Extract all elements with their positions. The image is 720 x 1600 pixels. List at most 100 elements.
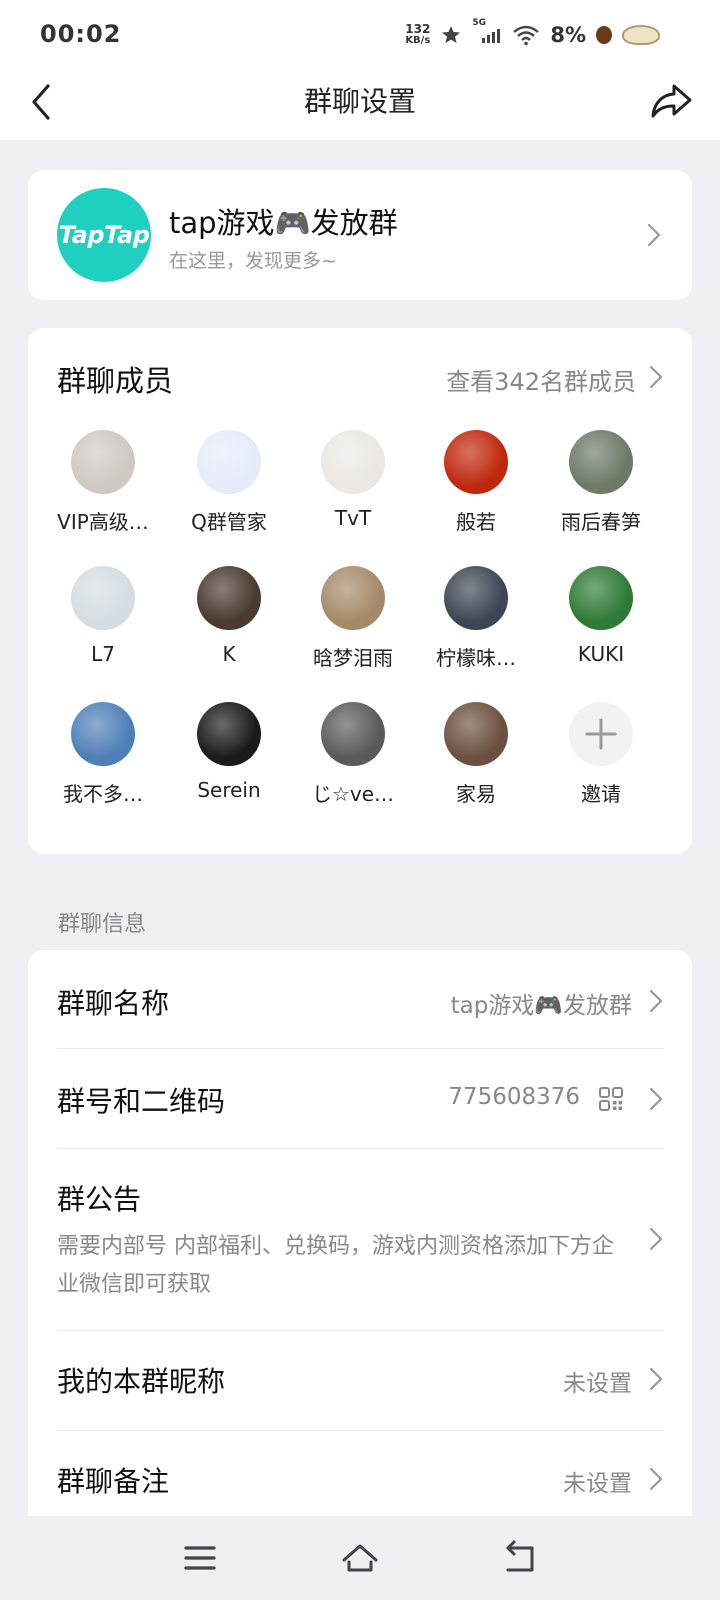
member-name: KUKI: [577, 642, 625, 666]
cellular-signal-icon: 5G: [472, 18, 502, 46]
nickname-value: 未设置: [563, 1371, 632, 1397]
status-bar: 00:02 132 KB/s 5G 8%: [0, 0, 720, 66]
group-info-card: 群聊名称 tap游戏🎮发放群 群号和二维码 775608376 群公告 需要内部…: [28, 950, 692, 1600]
member-name: VIP高级…: [57, 510, 149, 534]
group-subtitle: 在这里，发现更多~: [169, 250, 337, 272]
group-number-value: 775608376: [448, 1084, 580, 1110]
member-item[interactable]: 家易: [413, 702, 539, 818]
chevron-right-icon: [649, 1227, 663, 1251]
divider: [57, 1148, 664, 1149]
page-title: 群聊设置: [303, 85, 416, 118]
member-avatar: [569, 430, 633, 494]
row-label: 群公告: [57, 1183, 142, 1216]
member-avatar: [197, 430, 261, 494]
member-item[interactable]: 我不多…: [40, 702, 166, 818]
member-item[interactable]: TvT: [290, 430, 416, 546]
row-group-name[interactable]: 群聊名称 tap游戏🎮发放群: [57, 982, 664, 1022]
member-item[interactable]: 晗梦泪雨: [290, 566, 416, 682]
row-group-remark[interactable]: 群聊备注 未设置: [57, 1460, 664, 1500]
member-item[interactable]: VIP高级…: [40, 430, 166, 546]
bean-icon: [596, 26, 612, 44]
net-speed-unit: KB/s: [405, 35, 431, 46]
member-name: 柠檬味…: [436, 646, 516, 670]
taptap-logo-text: TapTap: [58, 221, 150, 249]
member-item[interactable]: Q群管家: [166, 430, 292, 546]
member-item[interactable]: Serein: [166, 702, 292, 818]
member-item[interactable]: 柠檬味…: [413, 566, 539, 682]
member-avatar: [197, 566, 261, 630]
group-name-value: tap游戏🎮发放群: [450, 993, 632, 1019]
chevron-right-icon: [649, 1087, 663, 1111]
chevron-right-icon[interactable]: [648, 364, 664, 390]
member-name: 晗梦泪雨: [313, 646, 393, 670]
group-avatar: TapTap: [57, 188, 151, 282]
remark-value: 未设置: [563, 1471, 632, 1497]
member-avatar: [71, 702, 135, 766]
net-speed-value: 132: [405, 22, 431, 36]
divider: [57, 1048, 664, 1049]
member-name: 邀请: [581, 782, 621, 806]
notice-text: 需要内部号 内部福利、兑换码，游戏内测资格添加下方企业微信即可获取: [57, 1234, 614, 1297]
member-item[interactable]: じ☆ve…: [290, 702, 416, 818]
member-avatar: [321, 430, 385, 494]
row-label: 我的本群昵称: [57, 1365, 226, 1398]
member-item[interactable]: K: [166, 566, 292, 682]
star-badge-icon: [442, 26, 461, 43]
row-group-number[interactable]: 群号和二维码 775608376: [57, 1080, 664, 1120]
status-time: 00:02: [40, 20, 122, 48]
member-avatar: [444, 702, 508, 766]
plus-icon: [569, 702, 633, 766]
home-icon[interactable]: [338, 1538, 382, 1578]
member-avatar: [71, 566, 135, 630]
chevron-right-icon: [649, 1367, 663, 1391]
nav-bar: 群聊设置: [0, 66, 720, 140]
member-name: 家易: [456, 782, 496, 806]
view-all-members-link[interactable]: 查看342名群成员: [446, 362, 636, 397]
group-name: tap游戏🎮发放群: [169, 206, 398, 240]
group-profile-card[interactable]: TapTap tap游戏🎮发放群 在这里，发现更多~: [28, 170, 692, 300]
member-name: 雨后春笋: [561, 510, 641, 534]
member-name: TvT: [334, 506, 372, 530]
member-name: L7: [91, 642, 115, 666]
status-icons: 132 KB/s 5G 8%: [405, 18, 660, 48]
member-avatar: [444, 430, 508, 494]
row-my-nickname[interactable]: 我的本群昵称 未设置: [57, 1360, 664, 1400]
member-avatar: [569, 566, 633, 630]
battery-bun-icon: [622, 25, 660, 45]
members-card: 群聊成员 查看342名群成员 VIP高级… Q群管家 TvT 般若 雨后春笋 L7 K 晗梦泪…: [28, 328, 692, 854]
member-item[interactable]: 雨后春笋: [538, 430, 664, 546]
row-group-notice[interactable]: 群公告 需要内部号 内部福利、兑换码，游戏内测资格添加下方企业微信即可获取: [57, 1178, 664, 1298]
member-item[interactable]: 般若: [413, 430, 539, 546]
row-label: 群聊名称: [57, 987, 170, 1020]
back-icon[interactable]: [498, 1538, 542, 1578]
row-label: 群号和二维码: [57, 1085, 226, 1118]
member-name: Q群管家: [191, 510, 267, 534]
member-avatar: [71, 430, 135, 494]
chevron-right-icon: [649, 989, 663, 1013]
member-item[interactable]: L7: [40, 566, 166, 682]
menu-icon[interactable]: [178, 1538, 222, 1578]
member-avatar: [321, 566, 385, 630]
system-nav-bar: [0, 1516, 720, 1600]
qr-code-icon: [599, 1087, 623, 1111]
chevron-right-icon: [647, 223, 661, 247]
wifi-icon: [513, 25, 540, 46]
member-item[interactable]: KUKI: [538, 566, 664, 682]
battery-percent: 8%: [550, 23, 586, 47]
member-name: じ☆ve…: [311, 782, 395, 806]
member-avatar: [197, 702, 261, 766]
members-title: 群聊成员: [57, 364, 174, 398]
member-name: 般若: [456, 510, 496, 534]
member-name: 我不多…: [63, 782, 143, 806]
row-label: 群聊备注: [57, 1465, 170, 1498]
member-name: Serein: [197, 778, 261, 802]
member-name: K: [222, 642, 236, 666]
member-avatar: [321, 702, 385, 766]
net-speed: 132 KB/s: [405, 22, 431, 46]
divider: [57, 1430, 664, 1431]
invite-member-button[interactable]: 邀请: [538, 702, 664, 818]
divider: [57, 1330, 664, 1331]
chevron-right-icon: [649, 1467, 663, 1491]
member-avatar: [444, 566, 508, 630]
share-icon[interactable]: [648, 78, 694, 124]
